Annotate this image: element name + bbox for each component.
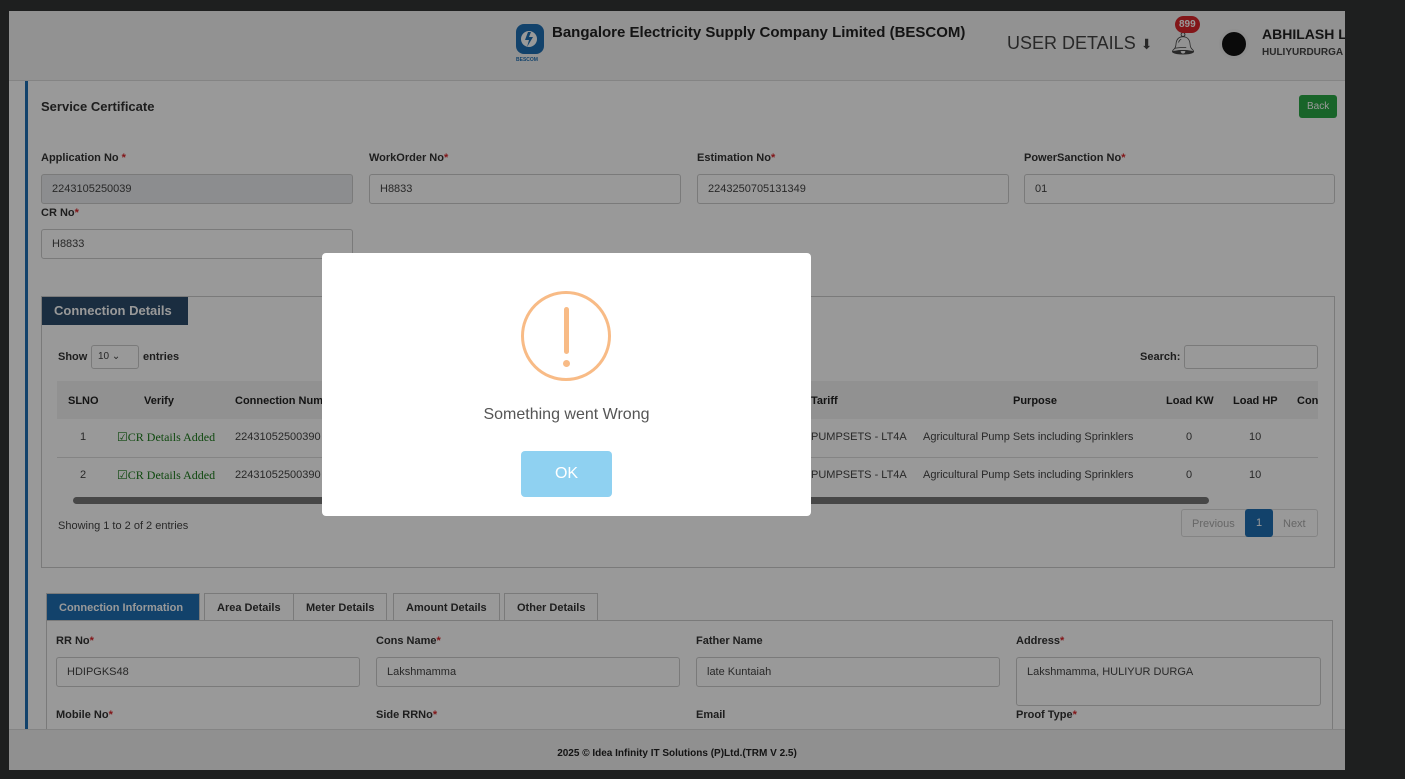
app-page: BESCOM Bangalore Electricity Supply Comp… <box>9 11 1345 770</box>
error-dialog: Something went Wrong OK <box>322 253 811 516</box>
ok-button[interactable]: OK <box>521 451 612 497</box>
error-message: Something went Wrong <box>483 406 650 423</box>
warning-icon <box>521 291 611 381</box>
